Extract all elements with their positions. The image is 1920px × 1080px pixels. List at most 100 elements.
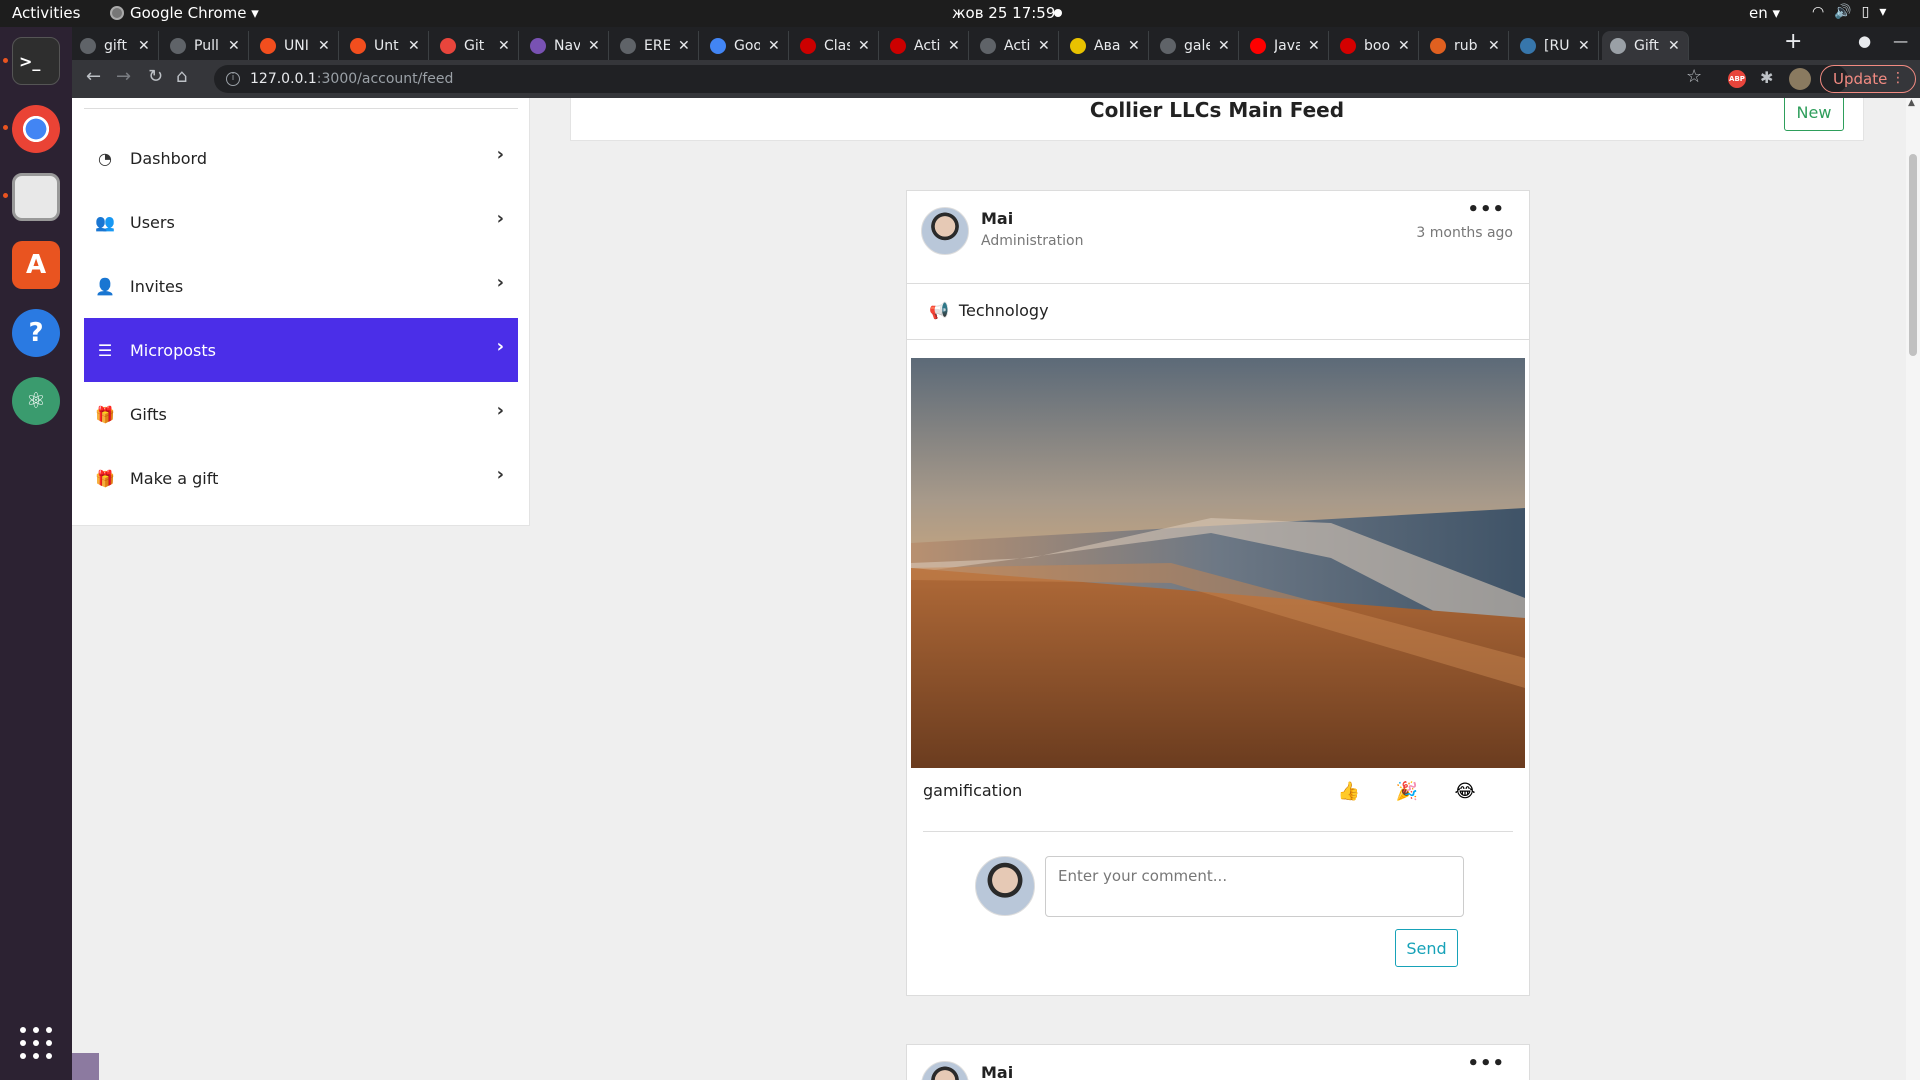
tab-close-icon[interactable]: ✕	[1038, 38, 1050, 54]
post-timestamp: 3 months ago	[1416, 225, 1513, 241]
sidebar-item-dashbord[interactable]: ◔ Dashbord ›	[84, 126, 518, 190]
browser-tab[interactable]: Acti ✕	[972, 31, 1059, 60]
tab-close-icon[interactable]: ✕	[1578, 38, 1590, 54]
bookmark-star-icon[interactable]: ☆	[1686, 66, 1702, 87]
sidebar-item-microposts[interactable]: ☰ Microposts ›	[84, 318, 518, 382]
post-menu-icon[interactable]: •••	[1467, 199, 1505, 220]
browser-tab[interactable]: [RU ✕	[1512, 31, 1599, 60]
terminal-icon[interactable]: >_	[12, 37, 60, 85]
tab-label: Unt	[374, 37, 399, 54]
send-comment-button[interactable]: Send	[1395, 929, 1458, 967]
battery-icon: ▯	[1861, 4, 1870, 20]
activities-button[interactable]: Activities	[12, 4, 80, 22]
software-center-icon[interactable]: A	[12, 241, 60, 289]
post-menu-icon[interactable]: •••	[1467, 1053, 1505, 1074]
tab-close-icon[interactable]: ✕	[858, 38, 870, 54]
extensions-puzzle-icon[interactable]: ✱	[1760, 68, 1773, 87]
tab-close-icon[interactable]: ✕	[1308, 38, 1320, 54]
tab-close-icon[interactable]: ✕	[678, 38, 690, 54]
tab-search-icon[interactable]: ●	[1858, 32, 1871, 50]
sidebar-item-make-a-gift[interactable]: 🎁 Make a gift ›	[84, 446, 518, 510]
browser-tab[interactable]: Java ✕	[1242, 31, 1329, 60]
party-reaction[interactable]: 🎉	[1395, 781, 1419, 802]
address-bar[interactable]: i 127.0.0.1:3000/account/feed	[214, 65, 1848, 93]
new-tab-button[interactable]: +	[1784, 29, 1802, 54]
browser-tab[interactable]: Unt ✕	[342, 31, 429, 60]
list-icon: ☰	[97, 340, 113, 360]
tab-close-icon[interactable]: ✕	[138, 38, 150, 54]
tab-close-icon[interactable]: ✕	[1218, 38, 1230, 54]
tab-close-icon[interactable]: ✕	[408, 38, 420, 54]
browser-tab[interactable]: Nav ✕	[522, 31, 609, 60]
browser-tab[interactable]: gale ✕	[1152, 31, 1239, 60]
notification-tray-icon[interactable]	[72, 1053, 99, 1080]
tachometer-icon: ◔	[98, 148, 112, 168]
browser-tab[interactable]: boo ✕	[1332, 31, 1419, 60]
post-author[interactable]: Mai	[981, 1063, 1013, 1080]
avatar[interactable]	[921, 207, 969, 255]
clock[interactable]: жов 25 17:59	[952, 4, 1055, 22]
chrome-dock-icon[interactable]	[12, 105, 60, 153]
browser-tab[interactable]: rub ✕	[1422, 31, 1509, 60]
post-author[interactable]: Mai	[981, 209, 1013, 228]
forward-icon[interactable]: →	[116, 66, 131, 87]
reload-icon[interactable]: ↻	[148, 66, 163, 87]
show-apps-icon[interactable]	[20, 1027, 52, 1059]
gift-icon: 🎁	[95, 404, 115, 424]
scrollbar-thumb[interactable]	[1909, 154, 1917, 356]
browser-tab[interactable]: Clas ✕	[792, 31, 879, 60]
tab-favicon-icon	[890, 37, 906, 54]
system-tray[interactable]: ◠ 🔊 ▯ ▾	[1812, 4, 1886, 20]
update-button[interactable]: Update ⋮	[1820, 65, 1916, 93]
scroll-up-icon[interactable]: ▲	[1908, 98, 1915, 108]
help-icon[interactable]: ?	[12, 309, 60, 357]
back-icon[interactable]: ←	[86, 66, 101, 87]
tab-close-icon[interactable]: ✕	[498, 38, 510, 54]
post-image[interactable]	[911, 358, 1525, 768]
thumbs-up-reaction[interactable]: 👍	[1337, 781, 1361, 802]
tab-close-icon[interactable]: ✕	[1128, 38, 1140, 54]
browser-tab[interactable]: gift ✕	[72, 31, 159, 60]
minimize-icon[interactable]: —	[1893, 32, 1908, 50]
profile-avatar[interactable]	[1789, 68, 1811, 90]
laugh-reaction[interactable]: 😂	[1453, 781, 1477, 802]
running-indicator	[3, 125, 8, 130]
browser-tab[interactable]: UNI ✕	[252, 31, 339, 60]
new-post-button[interactable]: New	[1784, 98, 1844, 131]
sidebar-item-gifts[interactable]: 🎁 Gifts ›	[84, 382, 518, 446]
tab-strip: gift ✕ Pull ✕ UNI ✕ Unt ✕ Git ✕ Nav ✕ ERE ✕ Goo ✕ Clas ✕ A…	[72, 27, 1920, 60]
browser-tab[interactable]: Pull ✕	[162, 31, 249, 60]
browser-tab[interactable]: Ава ✕	[1062, 31, 1149, 60]
browser-tab[interactable]: Goo ✕	[702, 31, 789, 60]
tab-close-icon[interactable]: ✕	[588, 38, 600, 54]
tab-close-icon[interactable]: ✕	[1488, 38, 1500, 54]
language-selector[interactable]: en ▾	[1749, 4, 1780, 22]
avatar[interactable]	[921, 1061, 969, 1080]
browser-tab[interactable]: Gift ✕	[1602, 31, 1689, 60]
files-icon[interactable]	[12, 173, 60, 221]
running-indicator	[3, 193, 8, 198]
app-menu[interactable]: Google Chrome ▾	[110, 4, 259, 22]
atom-icon[interactable]: ⚛	[12, 377, 60, 425]
comment-input[interactable]	[1045, 856, 1464, 917]
tab-close-icon[interactable]: ✕	[318, 38, 330, 54]
tab-label: UNI	[284, 37, 309, 54]
tab-close-icon[interactable]: ✕	[1398, 38, 1410, 54]
browser-tab[interactable]: ERE ✕	[612, 31, 699, 60]
tab-favicon-icon	[170, 37, 186, 54]
sidebar-item-users[interactable]: 👥 Users ›	[84, 190, 518, 254]
adblock-extension-icon[interactable]: ABP	[1728, 70, 1746, 88]
tab-close-icon[interactable]: ✕	[228, 38, 240, 54]
sidebar-item-invites[interactable]: 👤 Invites ›	[84, 254, 518, 318]
home-icon[interactable]: ⌂	[176, 66, 187, 87]
tab-close-icon[interactable]: ✕	[1668, 38, 1680, 54]
browser-tab[interactable]: Acti ✕	[882, 31, 969, 60]
page-scrollbar[interactable]: ▲	[1906, 98, 1920, 1080]
tab-label: Java	[1274, 37, 1300, 54]
tab-label: Git	[464, 37, 485, 54]
tab-favicon-icon	[440, 37, 456, 54]
tab-close-icon[interactable]: ✕	[948, 38, 960, 54]
tab-close-icon[interactable]: ✕	[768, 38, 780, 54]
info-icon[interactable]: i	[226, 72, 240, 86]
browser-tab[interactable]: Git ✕	[432, 31, 519, 60]
